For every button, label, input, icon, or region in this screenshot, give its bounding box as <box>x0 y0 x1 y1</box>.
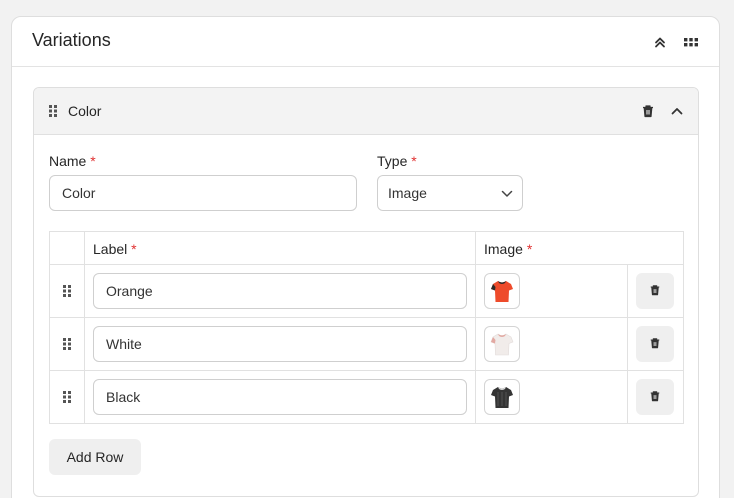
row-drag-handle-icon[interactable] <box>62 390 72 409</box>
required-mark: * <box>90 153 96 169</box>
add-row-button[interactable]: Add Row <box>49 439 141 475</box>
chevrons-up-icon[interactable] <box>651 33 669 51</box>
trash-icon[interactable] <box>641 104 655 123</box>
row-label-input[interactable] <box>93 273 467 309</box>
image-header-text: Image <box>484 241 523 257</box>
table-divider <box>50 370 683 371</box>
delete-row-button[interactable] <box>636 379 674 415</box>
type-label-text: Type <box>377 153 408 169</box>
grid-dots-icon[interactable] <box>682 33 700 51</box>
name-label: Name * <box>49 153 96 169</box>
chevron-down-icon <box>500 187 514 204</box>
chevron-up-icon[interactable] <box>670 104 684 123</box>
required-mark: * <box>526 241 533 257</box>
row-drag-handle-icon[interactable] <box>62 337 72 356</box>
trash-icon <box>650 338 660 349</box>
label-header-text: Label <box>93 241 128 257</box>
table-divider <box>475 232 476 423</box>
variation-card-header: Color <box>34 88 698 135</box>
trash-icon <box>650 391 660 402</box>
panel-header: Variations <box>12 17 719 67</box>
required-mark: * <box>131 241 137 257</box>
name-input[interactable] <box>49 175 357 211</box>
image-column-header: Image * <box>484 241 532 257</box>
tshirt-orange-icon <box>491 281 513 302</box>
tshirt-white-icon <box>490 333 514 356</box>
label-column-header: Label * <box>93 241 137 257</box>
tshirt-black-icon <box>491 387 513 408</box>
table-divider <box>50 264 683 265</box>
row-label-input[interactable] <box>93 326 467 362</box>
row-image-thumbnail[interactable] <box>484 326 520 362</box>
table-divider <box>627 265 628 423</box>
variation-options-table: Label * Image * <box>49 231 684 424</box>
delete-row-button[interactable] <box>636 326 674 362</box>
drag-handle-icon[interactable] <box>48 104 58 123</box>
trash-icon <box>650 285 660 296</box>
row-image-thumbnail[interactable] <box>484 379 520 415</box>
variation-card: Color Name * Type * Image <box>33 87 699 497</box>
name-label-text: Name <box>49 153 87 169</box>
type-select-value: Image <box>388 185 427 201</box>
variation-title: Color <box>68 103 102 119</box>
variations-panel: Variations Color Name * Color Type * Ima… <box>11 16 720 498</box>
delete-row-button[interactable] <box>636 273 674 309</box>
row-label-input[interactable] <box>93 379 467 415</box>
required-mark: * <box>411 153 417 169</box>
type-label: Type * <box>377 153 417 169</box>
row-image-thumbnail[interactable] <box>484 273 520 309</box>
table-divider <box>50 317 683 318</box>
panel-title: Variations <box>32 30 111 50</box>
table-divider <box>84 232 85 423</box>
row-drag-handle-icon[interactable] <box>62 284 72 303</box>
type-select[interactable]: Image <box>377 175 523 211</box>
